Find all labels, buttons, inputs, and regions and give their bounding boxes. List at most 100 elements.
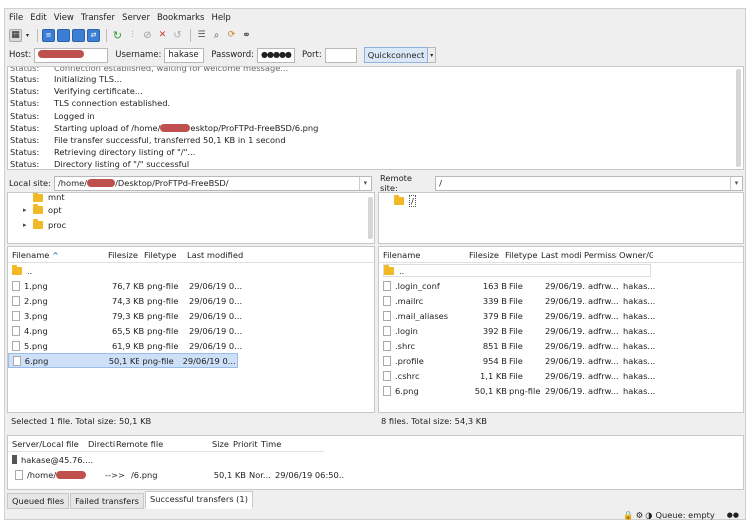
menu-bookmarks[interactable]: Bookmarks <box>157 13 205 23</box>
table-row[interactable]: .cshrc 1,1 KB File 29/06/19... adfrw... hakas… <box>379 368 743 383</box>
tab-queued-files[interactable]: Queued files <box>7 493 70 509</box>
table-row[interactable]: .login_conf 163 B File 29/06/19... adfrw... h… <box>379 278 743 293</box>
search-icon[interactable]: ⌕ <box>210 29 223 42</box>
log-scrollbar[interactable] <box>736 69 741 167</box>
remote-path-input[interactable]: / ▾ <box>435 175 743 191</box>
tree-row[interactable]: ▸ proc <box>8 217 374 232</box>
chevron-right-icon[interactable]: ▸ <box>23 221 33 229</box>
table-row[interactable]: .mailrc 339 B File 29/06/19... adfrw... hakas… <box>379 293 743 308</box>
table-row[interactable]: 6.png 50,1 KB png-file 29/06/19... adfrw... h… <box>379 383 743 398</box>
menu-bar: File Edit View Transfer Server Bookmarks Help <box>5 9 745 26</box>
table-row[interactable]: .mail_aliases 379 B File 29/06/19... adfrw..… <box>379 308 743 323</box>
column-header-direction[interactable]: Directi <box>88 439 116 449</box>
column-header-priority[interactable]: Priorit <box>233 439 261 449</box>
column-header-remote-file[interactable]: Remote file <box>116 439 201 449</box>
file-icon <box>383 385 391 396</box>
redacted-host <box>38 50 85 58</box>
tree-row[interactable]: ▸ opt <box>8 202 374 217</box>
table-row[interactable]: 5.png 61,9 KB png-file 29/06/19 0... <box>8 338 374 353</box>
queue-size: 50,1 KB <box>213 469 246 480</box>
list-item-parent[interactable]: .. <box>379 263 743 278</box>
site-manager-dropdown-icon[interactable]: ▾ <box>24 29 31 42</box>
sync-browse-icon[interactable]: ⟳ <box>225 29 238 42</box>
table-row[interactable]: .login 392 B File 29/06/19... adfrw... hakas.… <box>379 323 743 338</box>
local-directory-tree[interactable]: mnt ▸ opt ▸ proc <box>7 192 375 244</box>
cell-type: File <box>509 355 523 366</box>
list-item-parent[interactable]: .. <box>8 263 374 278</box>
transfer-queue[interactable]: Server/Local file Directi Remote file Si… <box>7 435 744 490</box>
cell-mod: 29/06/19... <box>545 340 586 351</box>
cancel-icon[interactable]: ⊘ <box>141 29 154 42</box>
menu-help[interactable]: Help <box>211 13 230 23</box>
username-input[interactable]: hakase <box>164 47 205 63</box>
chevron-down-icon[interactable]: ▾ <box>358 176 371 190</box>
refresh-icon[interactable]: ↻ <box>111 29 124 42</box>
directory-filter-icon[interactable]: ☰ <box>195 29 208 42</box>
column-header-filename[interactable]: Filename <box>379 250 469 260</box>
toggle-queue-icon[interactable]: ⇄ <box>87 28 100 42</box>
table-row[interactable]: 6.png 50,1 KB png-file 29/06/19 0... <box>8 353 238 368</box>
table-row[interactable]: 3.png 79,3 KB png-file 29/06/19 0... <box>8 308 374 323</box>
table-row[interactable]: .profile 954 B File 29/06/19... adfrw... haka… <box>379 353 743 368</box>
site-manager-icon[interactable]: ▦ <box>9 28 22 42</box>
column-header-owner-group[interactable]: Owner/G <box>617 250 653 260</box>
table-row[interactable]: 4.png 65,5 KB png-file 29/06/19 0... <box>8 323 374 338</box>
cell-size: 74,3 KB <box>112 295 144 306</box>
cell-size: 1,1 KB <box>480 370 507 381</box>
menu-edit[interactable]: Edit <box>30 13 46 23</box>
column-header-last-modified[interactable]: Last modified <box>185 250 255 260</box>
tree-row[interactable]: mnt <box>8 193 374 202</box>
redacted-username <box>56 471 87 479</box>
disconnect-icon[interactable]: ✕ <box>156 29 169 42</box>
table-row[interactable]: 1.png 76,7 KB png-file 29/06/19 0... <box>8 278 374 293</box>
redacted-username <box>160 123 191 132</box>
reconnect-icon[interactable]: ↺ <box>171 29 184 42</box>
remote-file-list[interactable]: Filename Filesize Filetype Last modifi P… <box>378 246 744 413</box>
chevron-right-icon[interactable]: ▸ <box>23 206 33 214</box>
column-header-server-local[interactable]: Server/Local file <box>8 439 88 449</box>
table-row[interactable]: .shrc 851 B File 29/06/19... adfrw... hakas..… <box>379 338 743 353</box>
column-header-permissions[interactable]: Permissi <box>582 250 617 260</box>
column-header-filesize[interactable]: Filesize <box>469 250 503 260</box>
column-header-filetype[interactable]: Filetype <box>503 250 539 260</box>
log-message: Logged in <box>54 110 95 121</box>
local-site-bar: Local site: /home/ /Desktop/ProFTPd-FreeB… <box>9 174 373 192</box>
column-header-filename[interactable]: Filename ^ <box>8 250 108 260</box>
queue-file-row[interactable]: /home/ -->> /6.png 50,1 KB Nor... 29/06/… <box>8 467 743 482</box>
find-files-icon[interactable]: ⚭ <box>240 29 253 42</box>
tree-row[interactable]: / <box>379 193 743 208</box>
toggle-remote-tree-icon[interactable] <box>72 28 85 42</box>
quickconnect-button[interactable]: Quickconnect <box>363 47 429 63</box>
file-icon <box>383 370 391 381</box>
column-header-size[interactable]: Size <box>201 439 233 449</box>
remote-directory-tree[interactable]: / <box>378 192 744 244</box>
tab-failed-transfers[interactable]: Failed transfers <box>70 493 144 509</box>
local-file-list[interactable]: Filename ^ Filesize Filetype Last modifi… <box>7 246 375 413</box>
cell-name: 6.png <box>24 355 49 366</box>
file-icon <box>12 325 20 336</box>
local-path-input[interactable]: /home/ /Desktop/ProFTPd-FreeBSD/ ▾ <box>53 175 372 191</box>
menu-view[interactable]: View <box>54 13 74 23</box>
log-type: Status: <box>10 74 40 85</box>
tab-successful-transfers[interactable]: Successful transfers (1) <box>144 491 253 509</box>
column-header-filesize[interactable]: Filesize <box>108 250 142 260</box>
menu-file[interactable]: File <box>9 13 23 23</box>
message-log[interactable]: Status: Connection established, waiting f… <box>7 66 744 170</box>
menu-server[interactable]: Server <box>122 13 150 23</box>
port-input[interactable] <box>324 47 357 63</box>
toggle-log-icon[interactable]: ≡ <box>42 28 55 42</box>
process-queue-icon[interactable]: ⫶ <box>126 29 139 42</box>
menu-transfer[interactable]: Transfer <box>81 13 115 23</box>
password-input[interactable]: ●●●●● <box>257 47 295 63</box>
chevron-down-icon[interactable]: ▾ <box>730 176 742 190</box>
column-header-last-modified[interactable]: Last modifi <box>539 250 582 260</box>
local-tree-scrollbar[interactable] <box>368 197 373 239</box>
toggle-local-tree-icon[interactable] <box>57 28 70 42</box>
quickconnect-dropdown-icon[interactable]: ▾ <box>428 47 437 63</box>
queue-server-row[interactable]: hakase@45.76.... <box>8 452 743 467</box>
host-input[interactable] <box>34 47 109 63</box>
column-header-time[interactable]: Time <box>261 439 311 449</box>
column-header-filetype[interactable]: Filetype <box>142 250 185 260</box>
cell-size: 61,9 KB <box>112 340 144 351</box>
table-row[interactable]: 2.png 74,3 KB png-file 29/06/19 0... <box>8 293 374 308</box>
